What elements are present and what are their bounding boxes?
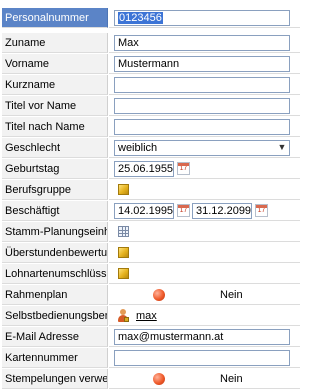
selbstbedienungsbenutzer-label: Selbstbedienungsbenutzer: [2, 306, 108, 326]
selbstbedienungsbenutzer-link[interactable]: max: [136, 306, 157, 326]
beschaeftigt-to-input[interactable]: 31.12.2099: [192, 203, 252, 219]
personalnummer-value: 0123456: [118, 12, 163, 24]
kurzname-label: Kurzname: [2, 75, 108, 95]
row-berufsgruppe: Berufsgruppe: [0, 180, 300, 200]
user-lock-icon[interactable]: [117, 309, 129, 323]
red-status-dot-icon[interactable]: [153, 373, 165, 385]
row-geschlecht: Geschlecht weiblich ▼: [0, 138, 300, 158]
zuname-input[interactable]: Max: [114, 35, 290, 51]
calendar-icon[interactable]: 17: [177, 204, 190, 217]
personalnummer-cell: 0123456: [109, 8, 300, 28]
kurzname-input[interactable]: [114, 77, 290, 93]
row-rahmenplan: Rahmenplan Nein: [0, 285, 300, 305]
zuname-cell: Max: [109, 33, 300, 53]
kartennummer-input[interactable]: [114, 350, 290, 366]
email-field[interactable]: max@mustermann.at: [114, 329, 290, 345]
lohnartenumschluesselung-label: Lohnartenumschlüsselung: [2, 264, 108, 284]
row-beschaeftigt: Beschäftigt 14.02.1995 17 31.12.2099 17: [0, 201, 300, 221]
titel-nach-name-input[interactable]: [114, 119, 290, 135]
geschlecht-selected-value: weiblich: [118, 142, 158, 154]
selbstbedienungsbenutzer-cell: max: [109, 306, 300, 326]
beschaeftigt-cell: 14.02.1995 17 31.12.2099 17: [109, 201, 300, 221]
geschlecht-label: Geschlecht: [2, 138, 108, 158]
titel-vor-name-input[interactable]: [114, 98, 290, 114]
vorname-cell: Mustermann: [109, 54, 300, 74]
geburtstag-cell: 25.06.1955 17: [109, 159, 300, 179]
red-status-dot-icon[interactable]: [153, 289, 165, 301]
personalnummer-label: Personalnummer: [2, 8, 108, 28]
row-email-adresse: E-Mail Adresse max@mustermann.at: [0, 327, 300, 347]
calendar-icon[interactable]: 17: [255, 204, 268, 217]
row-selbstbedienungsbenutzer: Selbstbedienungsbenutzer max: [0, 306, 300, 326]
geschlecht-select[interactable]: weiblich ▼: [114, 140, 290, 156]
kurzname-cell: [109, 75, 300, 95]
geburtstag-label: Geburtstag: [2, 159, 108, 179]
row-personalnummer: Personalnummer 0123456: [0, 8, 300, 28]
berufsgruppe-cell: [109, 180, 300, 200]
lohnartenumschluesselung-cell: [109, 264, 300, 284]
berufsgruppe-label: Berufsgruppe: [2, 180, 108, 200]
cube-icon[interactable]: [118, 184, 129, 195]
cube-icon[interactable]: [118, 247, 129, 258]
zuname-label: Zuname: [2, 33, 108, 53]
geschlecht-cell: weiblich ▼: [109, 138, 300, 158]
chevron-down-icon[interactable]: ▼: [275, 141, 289, 155]
ueberstundenbewertung-cell: [109, 243, 300, 263]
stamm-planungseinheit-label: Stamm-Planungseinheit: [2, 222, 108, 242]
table-grid-icon[interactable]: [118, 226, 129, 237]
ueberstundenbewertung-label: Überstundenbewertung: [2, 243, 108, 263]
row-kurzname: Kurzname: [0, 75, 300, 95]
row-zuname: Zuname Max: [0, 33, 300, 53]
cube-icon[interactable]: [118, 268, 129, 279]
titel-vor-name-cell: [109, 96, 300, 116]
titel-vor-name-label: Titel vor Name: [2, 96, 108, 116]
email-adresse-cell: max@mustermann.at: [109, 327, 300, 347]
row-titel-vor-name: Titel vor Name: [0, 96, 300, 116]
stempelungen-verwenden-value: Nein: [220, 373, 243, 385]
kartennummer-label: Kartennummer: [2, 348, 108, 368]
beschaeftigt-from-input[interactable]: 14.02.1995: [114, 203, 174, 219]
row-vorname: Vorname Mustermann: [0, 54, 300, 74]
email-adresse-label: E-Mail Adresse: [2, 327, 108, 347]
row-ueberstundenbewertung: Überstundenbewertung: [0, 243, 300, 263]
vorname-input[interactable]: Mustermann: [114, 56, 290, 72]
row-stempelungen-verwenden: Stempelungen verwenden Nein: [0, 369, 300, 389]
kartennummer-cell: [109, 348, 300, 368]
vorname-label: Vorname: [2, 54, 108, 74]
beschaeftigt-label: Beschäftigt: [2, 201, 108, 221]
rahmenplan-label: Rahmenplan: [2, 285, 108, 305]
geburtstag-input[interactable]: 25.06.1955: [114, 161, 174, 177]
rahmenplan-cell: Nein: [109, 285, 300, 305]
stempelungen-verwenden-label: Stempelungen verwenden: [2, 369, 108, 389]
titel-nach-name-label: Titel nach Name: [2, 117, 108, 137]
stempelungen-verwenden-cell: Nein: [109, 369, 300, 389]
row-stamm-planungseinheit: Stamm-Planungseinheit: [0, 222, 300, 242]
row-geburtstag: Geburtstag 25.06.1955 17: [0, 159, 300, 179]
calendar-icon[interactable]: 17: [177, 162, 190, 175]
row-lohnartenumschluesselung: Lohnartenumschlüsselung: [0, 264, 300, 284]
employee-property-grid: Personalnummer 0123456 Zuname Max Vornam…: [0, 0, 300, 390]
titel-nach-name-cell: [109, 117, 300, 137]
personalnummer-input[interactable]: 0123456: [114, 10, 290, 26]
row-titel-nach-name: Titel nach Name: [0, 117, 300, 137]
rahmenplan-value: Nein: [220, 289, 243, 301]
row-kartennummer: Kartennummer: [0, 348, 300, 368]
stamm-planungseinheit-cell: [109, 222, 300, 242]
